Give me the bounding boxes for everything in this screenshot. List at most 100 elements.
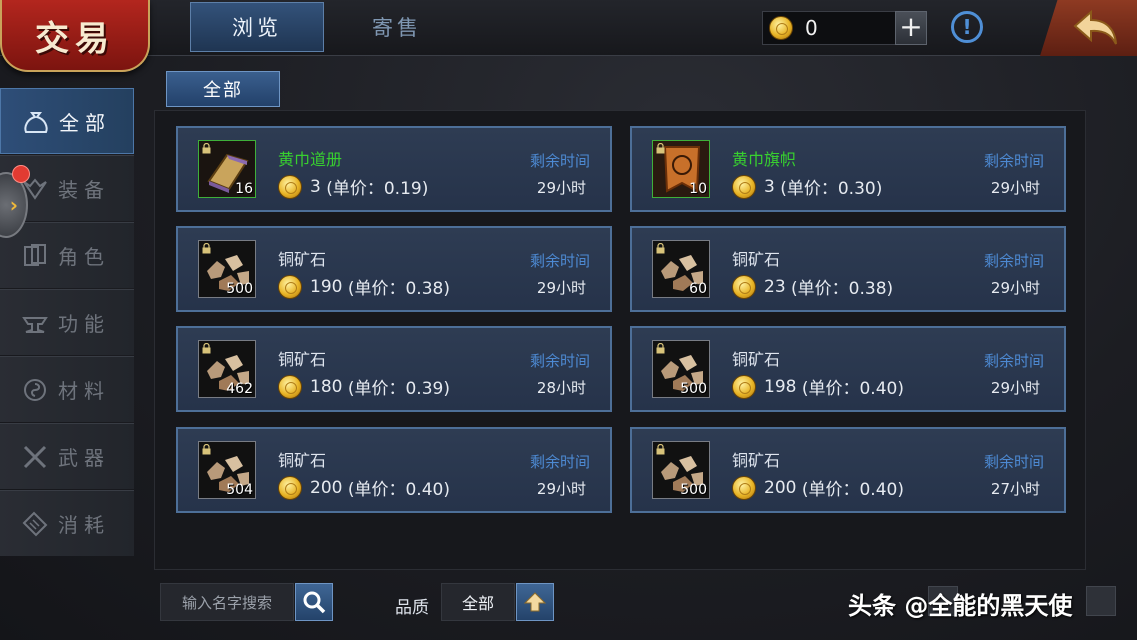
price-value: 190 (310, 276, 343, 297)
add-coins-button[interactable]: + (895, 11, 927, 45)
book-icon: 16 (198, 140, 256, 198)
price-value: 198 (764, 376, 797, 397)
trade-screen: { "header": { "title": "交易", "tabs": [{"… (0, 0, 1137, 640)
sidebar-item-label: 装备 (58, 178, 110, 202)
time-left-value: 29小时 (990, 379, 1040, 397)
sidebar-item-consumable[interactable]: 消耗 (0, 490, 134, 556)
time-left-label: 剩余时间 (983, 352, 1044, 370)
quality-label: 品质 (395, 598, 429, 618)
sidebar-item-label: 功能 (58, 312, 110, 336)
coin-icon (732, 475, 756, 500)
item-price: 3 (单价：0.30) (732, 174, 882, 199)
arrow-up-icon (523, 592, 547, 612)
listing-card[interactable]: 462 铜矿石 180 (单价：0.39) 剩余时间 28小时 (176, 326, 612, 412)
item-quantity: 500 (680, 381, 707, 397)
sidebar-item-label: 全部 (59, 110, 111, 135)
item-quantity: 16 (235, 181, 253, 197)
coin-icon (732, 374, 756, 399)
price-value: 3 (764, 176, 775, 197)
category-sidebar: 全部 装备 角色 功能 材料 武器 消耗 (0, 88, 134, 557)
sidebar-item-label: 消耗 (58, 513, 110, 537)
search-input[interactable]: 输入名字搜索 (160, 583, 294, 621)
price-value: 180 (310, 376, 343, 397)
anvil-icon (20, 308, 50, 338)
listing-card[interactable]: 504 铜矿石 200 (单价：0.40) 剩余时间 29小时 (176, 427, 612, 513)
item-price: 180 (单价：0.39) (278, 374, 450, 399)
lock-icon (656, 143, 665, 154)
time-left-value: 28小时 (536, 379, 586, 397)
copper-ore-icon: 500 (652, 340, 710, 398)
time-left-value: 27小时 (990, 480, 1040, 498)
back-arrow-icon (1072, 9, 1117, 45)
swirl-icon (20, 375, 50, 405)
info-icon[interactable]: ! (951, 11, 983, 43)
time-left-value: 29小时 (536, 279, 586, 297)
search-icon (303, 591, 326, 614)
item-price: 23 (单价：0.38) (732, 274, 893, 299)
item-price: 200 (单价：0.40) (278, 475, 450, 500)
sidebar-item-weapon[interactable]: 武器 (0, 423, 134, 489)
time-left-value: 29小时 (990, 179, 1040, 197)
page-title: 交易 (35, 18, 115, 59)
cards-icon (20, 241, 50, 271)
coin-icon (278, 475, 302, 500)
sidebar-item-label: 材料 (58, 379, 110, 403)
lock-icon (656, 343, 665, 354)
coin-balance: 0 (805, 16, 818, 40)
item-quantity: 462 (226, 381, 253, 397)
time-left-label: 剩余时间 (529, 453, 590, 471)
item-name: 铜矿石 (732, 451, 781, 470)
tab-browse[interactable]: 浏览 (190, 2, 324, 52)
time-left-label: 剩余时间 (983, 453, 1044, 471)
listing-card[interactable]: 500 铜矿石 198 (单价：0.40) 剩余时间 29小时 (630, 326, 1066, 412)
listing-card[interactable]: 10 黄巾旗帜 3 (单价：0.30) 剩余时间 29小时 (630, 126, 1066, 212)
search-button[interactable] (295, 583, 333, 621)
sidebar-item-function[interactable]: 功能 (0, 289, 134, 355)
listing-card[interactable]: 500 铜矿石 190 (单价：0.38) 剩余时间 29小时 (176, 226, 612, 312)
lock-icon (202, 444, 211, 455)
time-left-value: 29小时 (536, 480, 586, 498)
time-left-label: 剩余时间 (983, 252, 1044, 270)
time-left-value: 29小时 (990, 279, 1040, 297)
time-left-value: 29小时 (536, 179, 586, 197)
money-bag-icon (21, 107, 51, 137)
listing-card[interactable]: 60 铜矿石 23 (单价：0.38) 剩余时间 29小时 (630, 226, 1066, 312)
item-name: 黄巾道册 (278, 150, 343, 169)
item-name: 铜矿石 (732, 250, 781, 269)
title-badge: 交易 (0, 0, 150, 72)
lock-icon (202, 243, 211, 254)
coin-icon (732, 274, 756, 299)
item-quantity: 504 (226, 482, 253, 498)
price-value: 23 (764, 276, 786, 297)
item-quantity: 10 (689, 181, 707, 197)
item-name: 铜矿石 (732, 350, 781, 369)
item-name: 铜矿石 (278, 350, 327, 369)
unit-price: (单价：0.40) (347, 480, 450, 500)
next-page-button[interactable] (1086, 586, 1116, 616)
listing-card[interactable]: 16 黄巾道册 3 (单价：0.19) 剩余时间 29小时 (176, 126, 612, 212)
item-name: 铜矿石 (278, 250, 327, 269)
unit-price: (单价：0.38) (791, 279, 894, 299)
sidebar-item-material[interactable]: 材料 (0, 356, 134, 422)
tab-consign[interactable]: 寄售 (330, 2, 464, 52)
category-filter-button[interactable]: 全部 (166, 71, 280, 107)
listing-card[interactable]: 500 铜矿石 200 (单价：0.40) 剩余时间 27小时 (630, 427, 1066, 513)
item-price: 190 (单价：0.38) (278, 274, 450, 299)
quality-select[interactable]: 全部 (441, 583, 515, 621)
copper-ore-icon: 60 (652, 240, 710, 298)
lock-icon (656, 243, 665, 254)
coin-icon (278, 274, 302, 299)
sidebar-item-all[interactable]: 全部 (0, 88, 134, 154)
unit-price: (单价：0.30) (780, 179, 883, 199)
unit-price: (单价：0.19) (326, 179, 429, 199)
lock-icon (656, 444, 665, 455)
sidebar-item-character[interactable]: 角色 (0, 222, 134, 288)
time-left-label: 剩余时间 (983, 152, 1044, 170)
time-left-label: 剩余时间 (529, 352, 590, 370)
item-name: 铜矿石 (278, 451, 327, 470)
price-value: 200 (764, 477, 797, 498)
copper-ore-icon: 462 (198, 340, 256, 398)
sort-button[interactable] (516, 583, 554, 621)
time-left-label: 剩余时间 (529, 152, 590, 170)
sidebar-item-label: 武器 (58, 446, 110, 470)
